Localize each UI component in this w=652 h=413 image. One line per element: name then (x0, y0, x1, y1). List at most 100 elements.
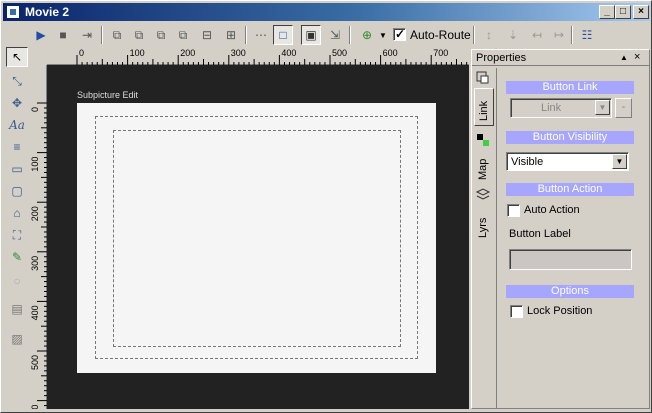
ruler-tick-label: 0 (79, 48, 84, 58)
ruler-tick-label: 600 (383, 48, 398, 58)
overlay-tool-icon[interactable]: ▨ (6, 329, 28, 349)
tab-map-label: Map (477, 158, 489, 180)
ruler-tick-label: 300 (231, 48, 246, 58)
horizontal-ruler: 0 100 200 300 400 500 600 700 (47, 47, 469, 65)
panel-tabs: Link Map Lyrs (473, 68, 495, 408)
auto-route-label: Auto-Route (410, 28, 471, 42)
route-dropdown-arrow-icon[interactable]: ▼ (373, 25, 393, 45)
app-window: Movie 2 _ □ × ▶ ■ ⇥ ⧉ ⧉ ⧉ ⧉ ⊟ ⊞ ⋯ □ ▣ ⇲ … (0, 0, 652, 413)
tab-map[interactable]: Map (474, 150, 494, 184)
toolbar-separator (245, 26, 247, 44)
chevron-down-icon: ▼ (595, 100, 610, 115)
toolbar-separator (571, 26, 573, 44)
arrange-icon-1[interactable]: ⧉ (107, 25, 127, 45)
panel-menu-icon[interactable]: ▲ (620, 53, 628, 62)
paint-tool-icon[interactable]: ✎ (6, 247, 28, 267)
auto-action-checkbox[interactable] (507, 204, 520, 217)
paragraph-tool-icon[interactable]: ≡ (6, 137, 28, 157)
arrange-icon-3[interactable]: ⧉ (151, 25, 171, 45)
canvas-area[interactable]: Subpicture Edit (47, 65, 469, 409)
ruler-tick-label: 300 (30, 256, 40, 271)
route-tool-icon[interactable]: ⤡ (6, 71, 28, 91)
button-link-small-button[interactable]: - (615, 98, 632, 118)
arrange-icon-2[interactable]: ⧉ (129, 25, 149, 45)
auto-route-checkbox[interactable] (393, 27, 406, 41)
text-tool-icon[interactable]: Aa (6, 115, 28, 135)
routing-up-icon[interactable]: ↕ (479, 25, 499, 45)
link-tab-icon[interactable] (474, 68, 494, 86)
tab-layers-label: Lyrs (477, 217, 489, 238)
tab-layers[interactable]: Lyrs (474, 206, 494, 242)
button-label-field[interactable] (509, 249, 632, 270)
export-icon[interactable]: ⇲ (325, 25, 345, 45)
toolbar-separator (473, 26, 475, 44)
ruler-tick-label: 0 (30, 107, 40, 112)
ruler-tick-label: 500 (30, 355, 40, 370)
tab-link-label: Link (478, 100, 490, 121)
properties-toggle-icon[interactable]: ☷ (577, 25, 597, 45)
ruler-tick-label: 500 (332, 48, 347, 58)
layers-tab-icon[interactable] (474, 186, 494, 204)
button-link-header: Button Link (506, 81, 634, 94)
play-icon[interactable]: ▶ (31, 25, 51, 45)
distribute-icon[interactable]: ⊟ (197, 25, 217, 45)
toolbar-separator (349, 26, 351, 44)
button-visibility-header: Button Visibility (506, 131, 634, 144)
button-link-select[interactable]: Link ▼ (510, 98, 612, 118)
visibility-value: Visible (511, 156, 544, 168)
ruler-tick-label: 400 (281, 48, 296, 58)
button-action-header: Button Action (506, 183, 634, 196)
maximize-button[interactable]: □ (615, 5, 631, 19)
ruler-tick-label: 200 (180, 48, 195, 58)
properties-panel: Properties ▲ × Link Map Lyrs Button Link… (471, 49, 650, 409)
routing-down-icon[interactable]: ⇣ (503, 25, 523, 45)
frame-tool-icon[interactable]: ▢ (6, 181, 28, 201)
ruler-corner (29, 47, 47, 65)
panel-close-icon[interactable]: × (634, 51, 640, 63)
arrange-icon-4[interactable]: ⧉ (173, 25, 193, 45)
move-tool-icon[interactable]: ✥ (6, 93, 28, 113)
title-bar: Movie 2 _ □ × (3, 3, 650, 21)
crop-tool-icon[interactable]: ⛶ (6, 225, 28, 245)
chevron-down-icon: ▼ (612, 154, 627, 169)
button-link-value: Link (541, 102, 562, 114)
toolbar: ▶ ■ ⇥ ⧉ ⧉ ⧉ ⧉ ⊟ ⊞ ⋯ □ ▣ ⇲ ⊕ ▼ Auto-Route… (3, 23, 650, 47)
routing-left-icon[interactable]: ↤ (527, 25, 547, 45)
visibility-select[interactable]: Visible ▼ (506, 152, 629, 171)
grid-icon[interactable]: ⋯ (251, 25, 271, 45)
tool-palette: ↖ ⤡ ✥ Aa ≡ ▭ ▢ ⌂ ⛶ ✎ ○ ▤ ▨ (3, 47, 29, 409)
options-header: Options (506, 285, 634, 298)
close-button[interactable]: × (633, 5, 649, 19)
map-tab-icon[interactable] (474, 130, 494, 148)
app-icon (6, 5, 20, 19)
rectangle-tool-icon[interactable]: ▭ (6, 159, 28, 179)
subpicture-page[interactable] (77, 103, 436, 373)
safe-area-icon[interactable]: □ (273, 25, 293, 45)
button-label-title: Button Label (509, 228, 571, 240)
vertical-ruler: 0 100 200 300 400 500 600 (29, 65, 47, 409)
lock-position-checkbox[interactable] (510, 305, 523, 318)
button-tool-icon[interactable]: ▤ (6, 299, 28, 319)
ruler-tick-label: 600 (30, 405, 40, 409)
title-safe-guide (113, 130, 401, 347)
ruler-tick-label: 700 (433, 48, 448, 58)
properties-content: Button Link Link ▼ - Button Visibility V… (496, 68, 648, 408)
minimize-button[interactable]: _ (599, 5, 615, 19)
properties-title: Properties (476, 52, 527, 64)
window-title: Movie 2 (25, 5, 70, 19)
ruler-tick-label: 100 (30, 157, 40, 172)
tab-link[interactable]: Link (474, 88, 494, 126)
auto-action-label: Auto Action (524, 204, 580, 216)
link-buttons-icon[interactable]: ⇥ (77, 25, 97, 45)
routing-right-icon[interactable]: ↦ (549, 25, 569, 45)
toolbar-separator (101, 26, 103, 44)
polygon-tool-icon[interactable]: ⌂ (6, 203, 28, 223)
ruler-tick-label: 400 (30, 305, 40, 320)
select-tool-icon[interactable]: ↖ (6, 47, 28, 67)
preview-icon[interactable]: ▣ (301, 25, 321, 45)
ruler-tick-label: 200 (30, 206, 40, 221)
ellipse-tool-icon[interactable]: ○ (6, 271, 28, 291)
stop-icon[interactable]: ■ (53, 25, 73, 45)
center-icon[interactable]: ⊞ (221, 25, 241, 45)
lock-position-label: Lock Position (527, 305, 593, 317)
